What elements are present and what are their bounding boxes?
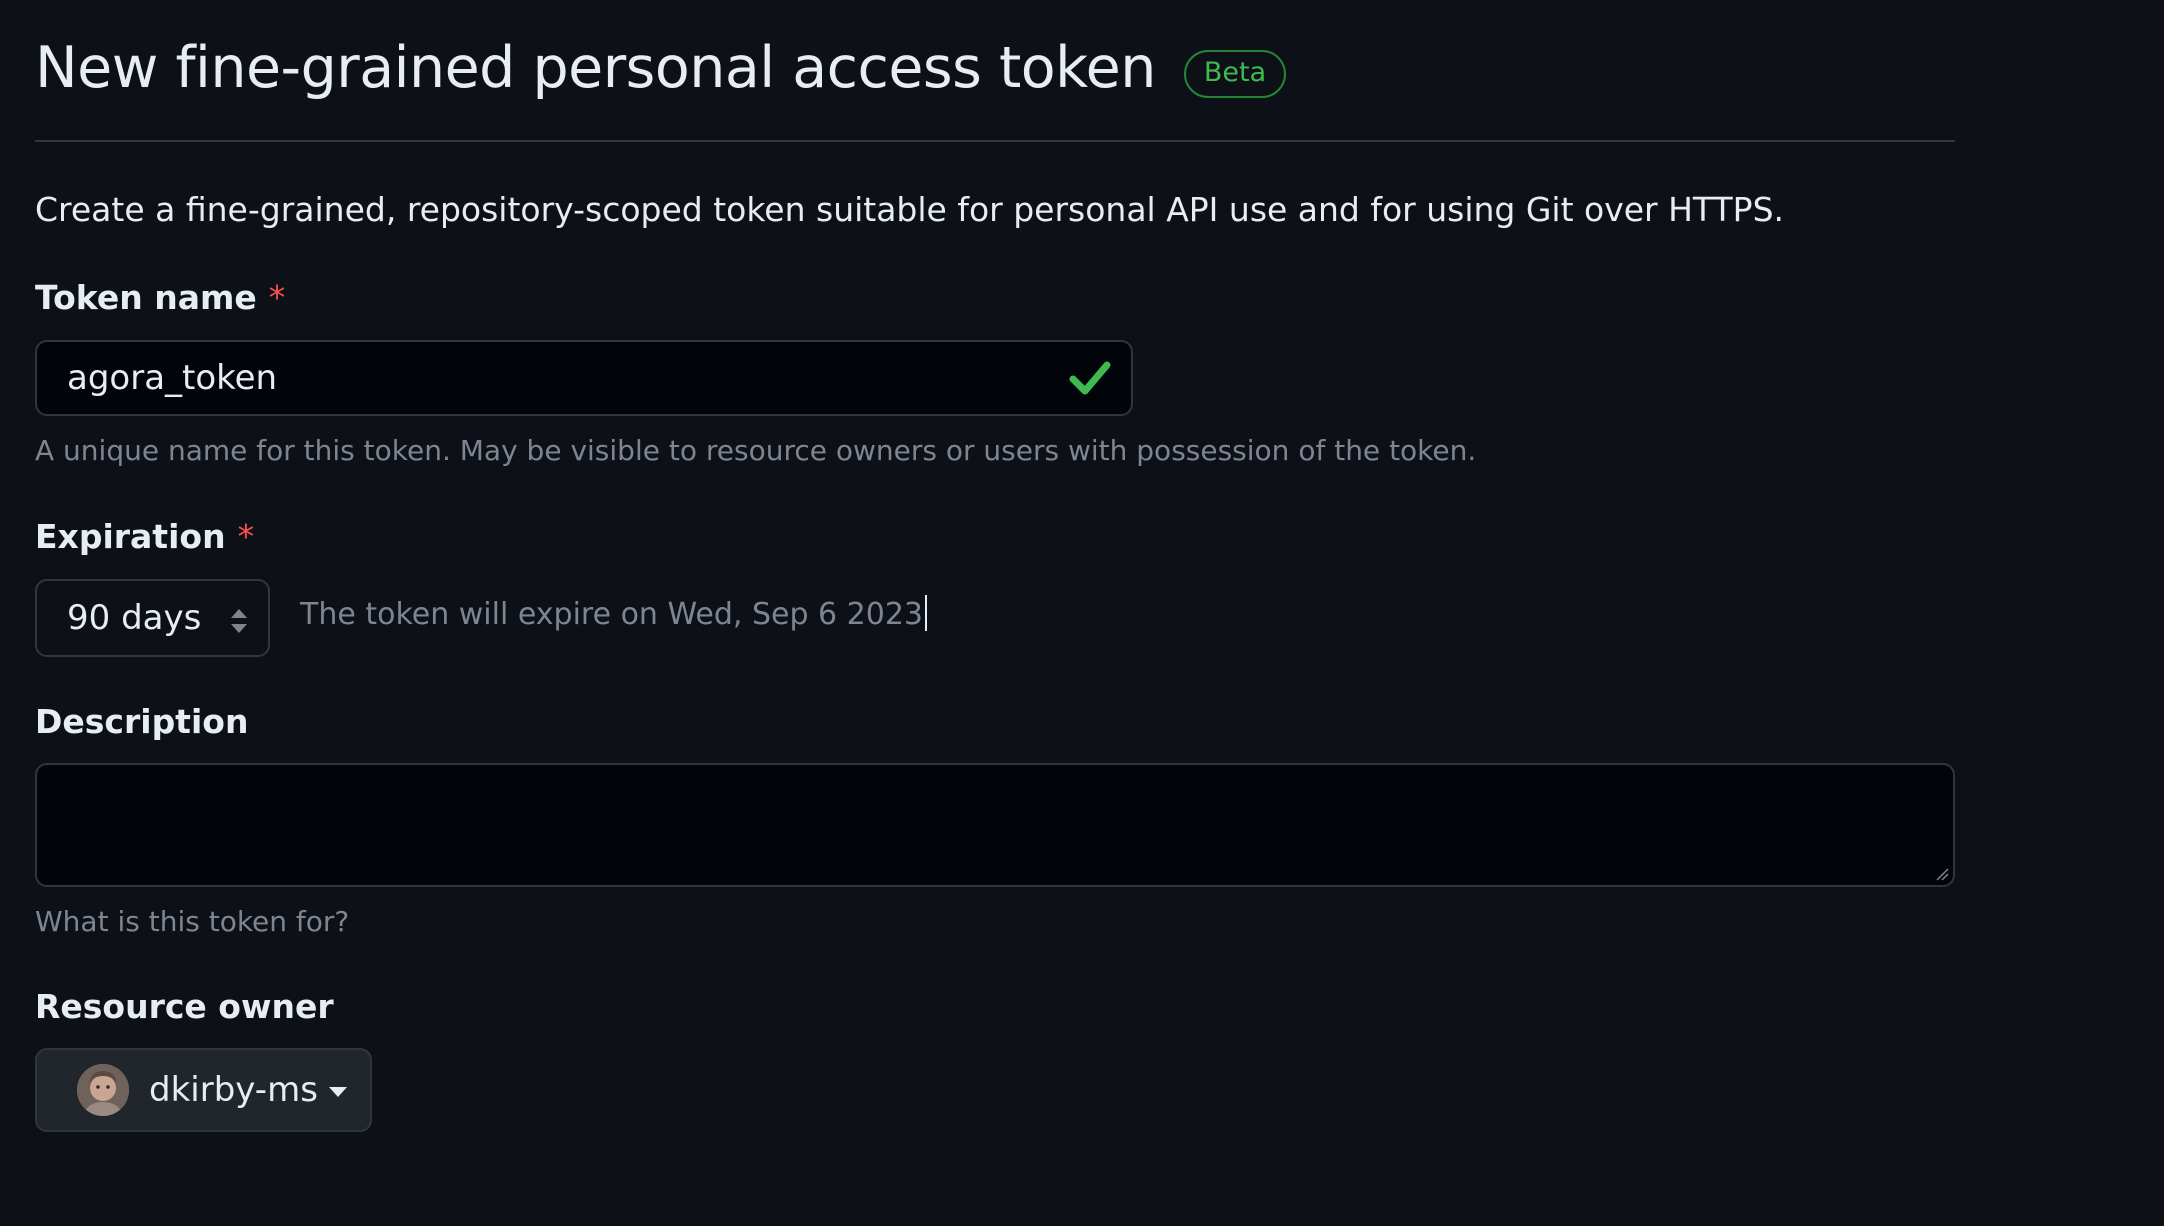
beta-badge: Beta: [1183, 50, 1287, 98]
token-name-label-text: Token name: [35, 278, 257, 317]
resource-owner-name: dkirby-ms: [149, 1070, 318, 1110]
page-description: Create a fine-grained, repository-scoped…: [35, 190, 1784, 229]
resource-owner-label: Resource owner: [35, 987, 334, 1026]
required-marker: *: [237, 517, 255, 556]
token-name-hint: A unique name for this token. May be vis…: [35, 434, 1477, 467]
expiration-label-text: Expiration: [35, 517, 226, 556]
expiration-note-text: The token will expire on Wed, Sep 6 2023: [300, 597, 923, 632]
resize-handle-icon[interactable]: [1935, 867, 1949, 881]
description-hint: What is this token for?: [35, 905, 350, 938]
token-name-input[interactable]: agora_token: [35, 340, 1133, 416]
avatar: [77, 1064, 129, 1116]
expiration-label: Expiration *: [35, 517, 254, 556]
text-cursor: [925, 594, 927, 631]
page-header: New fine-grained personal access token B…: [35, 0, 1955, 142]
page-title: New fine-grained personal access token: [35, 35, 1156, 101]
token-form-page: New fine-grained personal access token B…: [35, 0, 1955, 1132]
resource-owner-dropdown[interactable]: dkirby-ms: [35, 1048, 372, 1132]
expiration-selected-value: 90 days: [67, 598, 202, 638]
description-label: Description: [35, 702, 249, 741]
check-icon: [1069, 361, 1111, 395]
description-textarea[interactable]: [35, 763, 1955, 887]
expiration-note: The token will expire on Wed, Sep 6 2023: [300, 594, 927, 634]
expiration-select[interactable]: 90 days: [35, 579, 270, 657]
token-name-label: Token name *: [35, 278, 285, 317]
caret-down-icon: [328, 1087, 347, 1097]
token-name-value: agora_token: [67, 358, 278, 398]
required-marker: *: [268, 278, 286, 317]
select-arrows-icon: [231, 609, 247, 633]
